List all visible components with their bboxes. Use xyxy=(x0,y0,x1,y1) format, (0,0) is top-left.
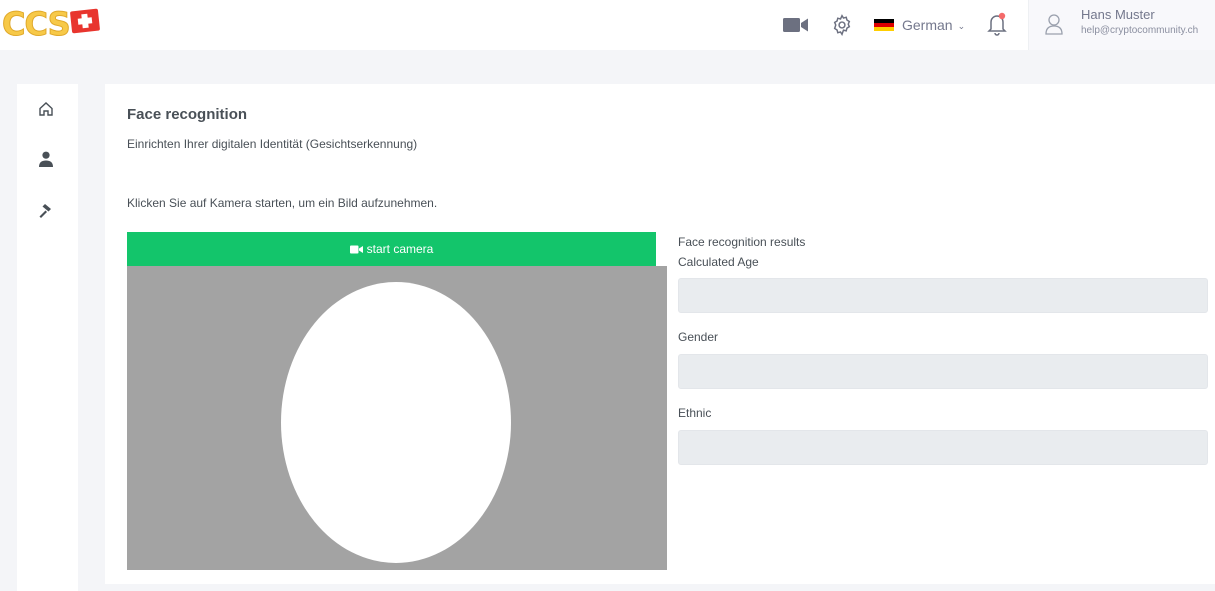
gender-label: Gender xyxy=(678,330,719,344)
top-header: CCS German ⌄ Hans Muster help@cryptocomm… xyxy=(0,0,1215,50)
language-selector[interactable]: German ⌄ xyxy=(874,14,965,36)
gender-field[interactable] xyxy=(678,354,1208,389)
user-avatar-icon xyxy=(1045,14,1063,35)
notification-dot xyxy=(998,12,1006,20)
ethnic-label: Ethnic xyxy=(678,406,712,420)
page-title: Face recognition xyxy=(127,106,248,123)
app-logo[interactable]: CCS xyxy=(2,5,100,43)
calculated-age-field[interactable] xyxy=(678,278,1208,313)
instruction-text: Klicken Sie auf Kamera starten, um ein B… xyxy=(127,196,438,210)
face-guide-oval xyxy=(281,282,511,563)
logo-text: CCS xyxy=(2,5,72,43)
user-icon xyxy=(39,151,53,167)
german-flag-icon xyxy=(874,19,894,31)
flag-stripe-gold xyxy=(874,27,894,31)
camera-preview xyxy=(127,266,667,570)
sidebar-item-home[interactable] xyxy=(35,98,57,120)
start-camera-label: start camera xyxy=(366,242,434,256)
sidebar-item-tools[interactable] xyxy=(35,200,57,222)
sidebar-item-profile[interactable] xyxy=(35,148,57,170)
calculated-age-label: Calculated Age xyxy=(678,255,759,269)
user-menu[interactable]: Hans Muster help@cryptocommunity.ch xyxy=(1028,0,1215,50)
language-label: German xyxy=(902,17,953,33)
bell-icon[interactable] xyxy=(986,12,1008,36)
video-camera-icon[interactable] xyxy=(783,16,809,34)
gear-icon[interactable] xyxy=(831,14,853,36)
hammer-icon xyxy=(39,204,51,218)
ethnic-field[interactable] xyxy=(678,430,1208,465)
user-name: Hans Muster xyxy=(1081,7,1155,22)
face-recognition-card: Face recognition Einrichten Ihrer digita… xyxy=(105,84,1215,584)
video-camera-icon xyxy=(349,245,363,253)
results-heading: Face recognition results xyxy=(678,235,806,249)
swiss-flag-icon xyxy=(69,8,100,34)
home-icon xyxy=(39,102,53,116)
sidebar xyxy=(17,84,78,591)
user-email: help@cryptocommunity.ch xyxy=(1081,25,1199,36)
chevron-down-icon: ⌄ xyxy=(957,20,966,31)
start-camera-button[interactable]: start camera xyxy=(127,232,656,266)
page-subtitle: Einrichten Ihrer digitalen Identität (Ge… xyxy=(127,137,418,151)
